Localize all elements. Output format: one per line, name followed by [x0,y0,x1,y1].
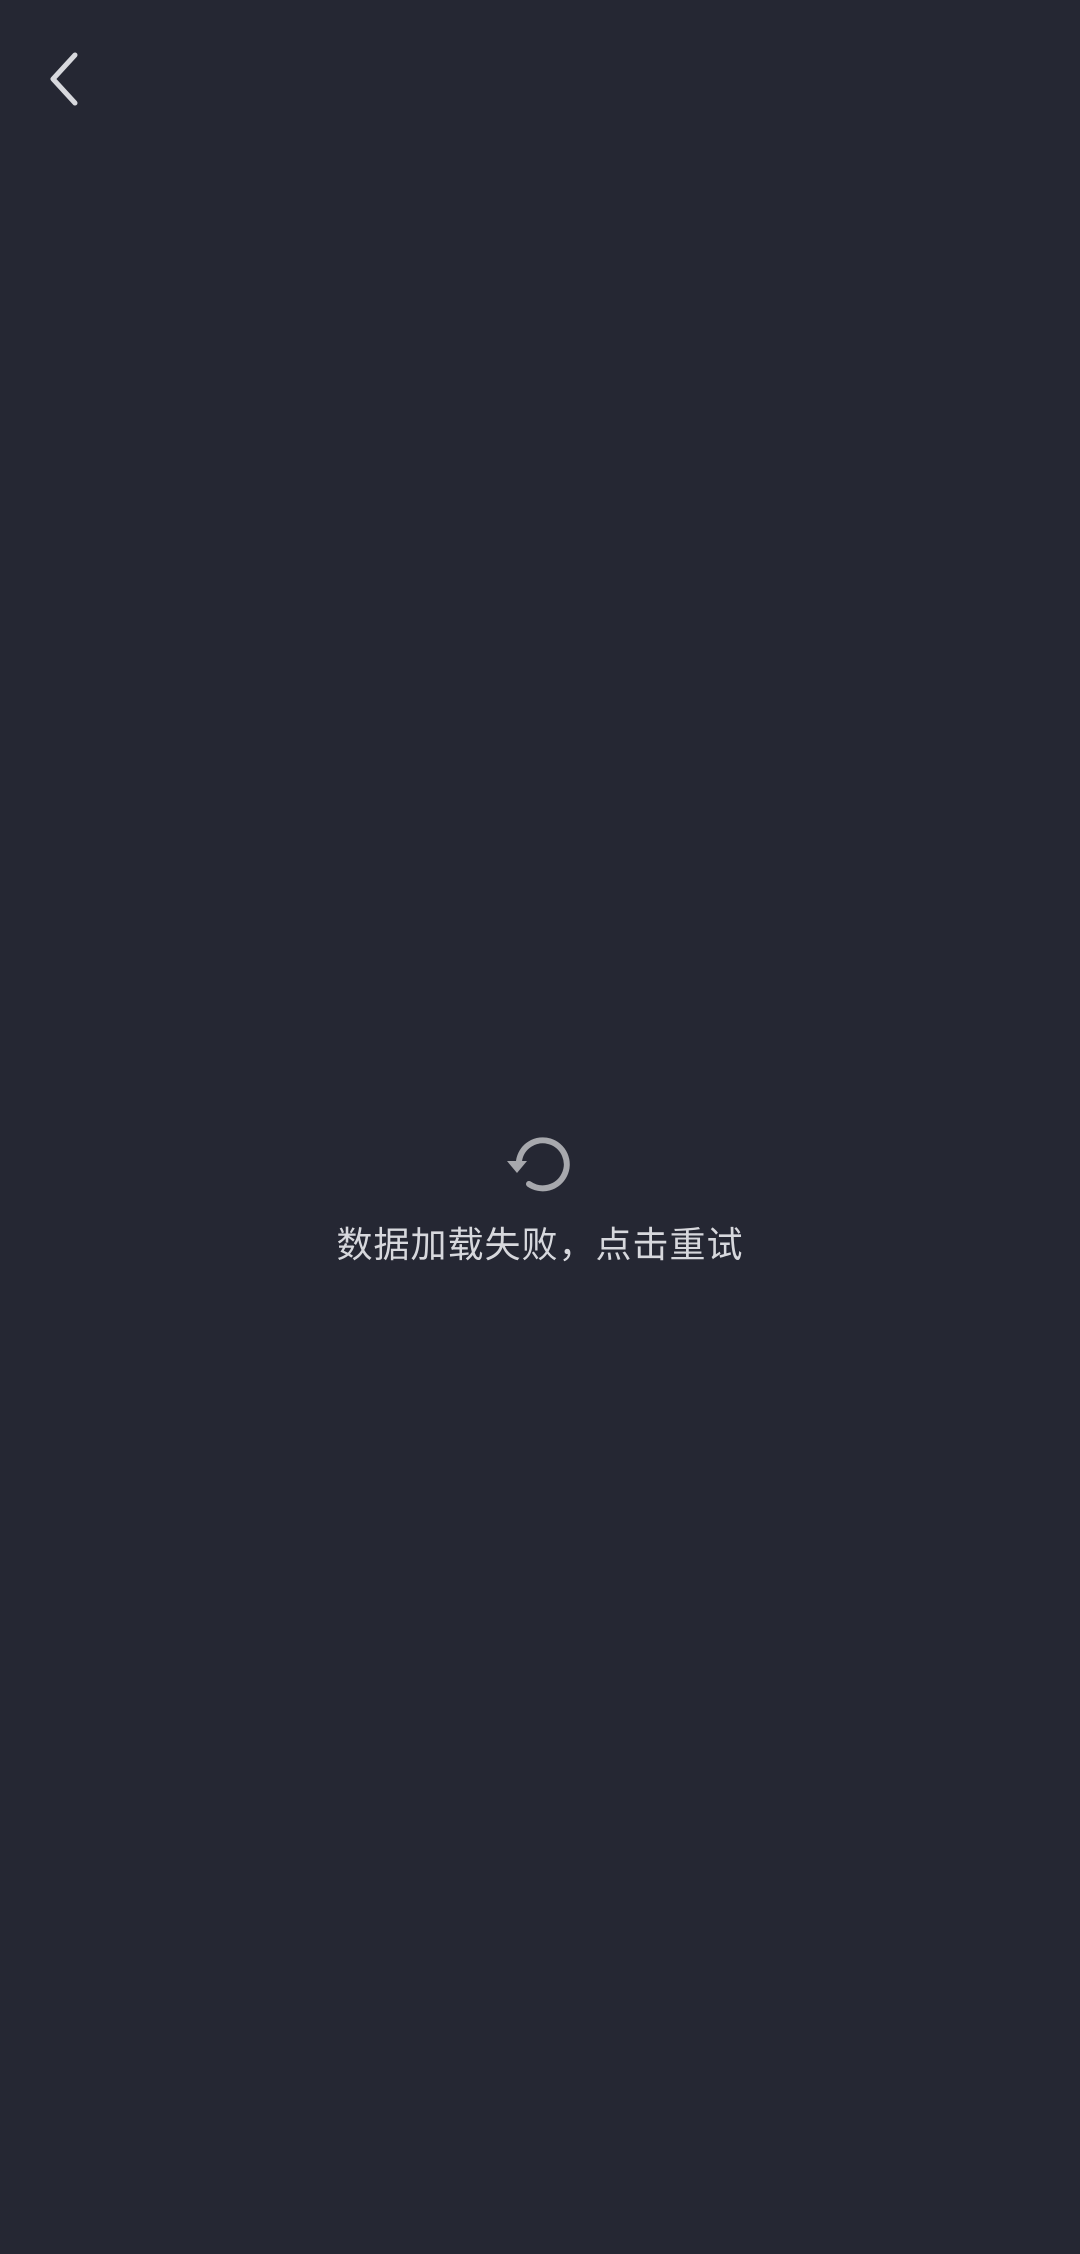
error-screen: 数据加载失败，点击重试 [0,0,1080,2254]
chevron-left-icon [50,52,78,106]
retry-area[interactable]: 数据加载失败，点击重试 [0,1130,1080,1270]
back-button[interactable] [30,34,100,124]
retry-message[interactable]: 数据加载失败，点击重试 [336,1222,743,1270]
refresh-icon [505,1130,575,1200]
